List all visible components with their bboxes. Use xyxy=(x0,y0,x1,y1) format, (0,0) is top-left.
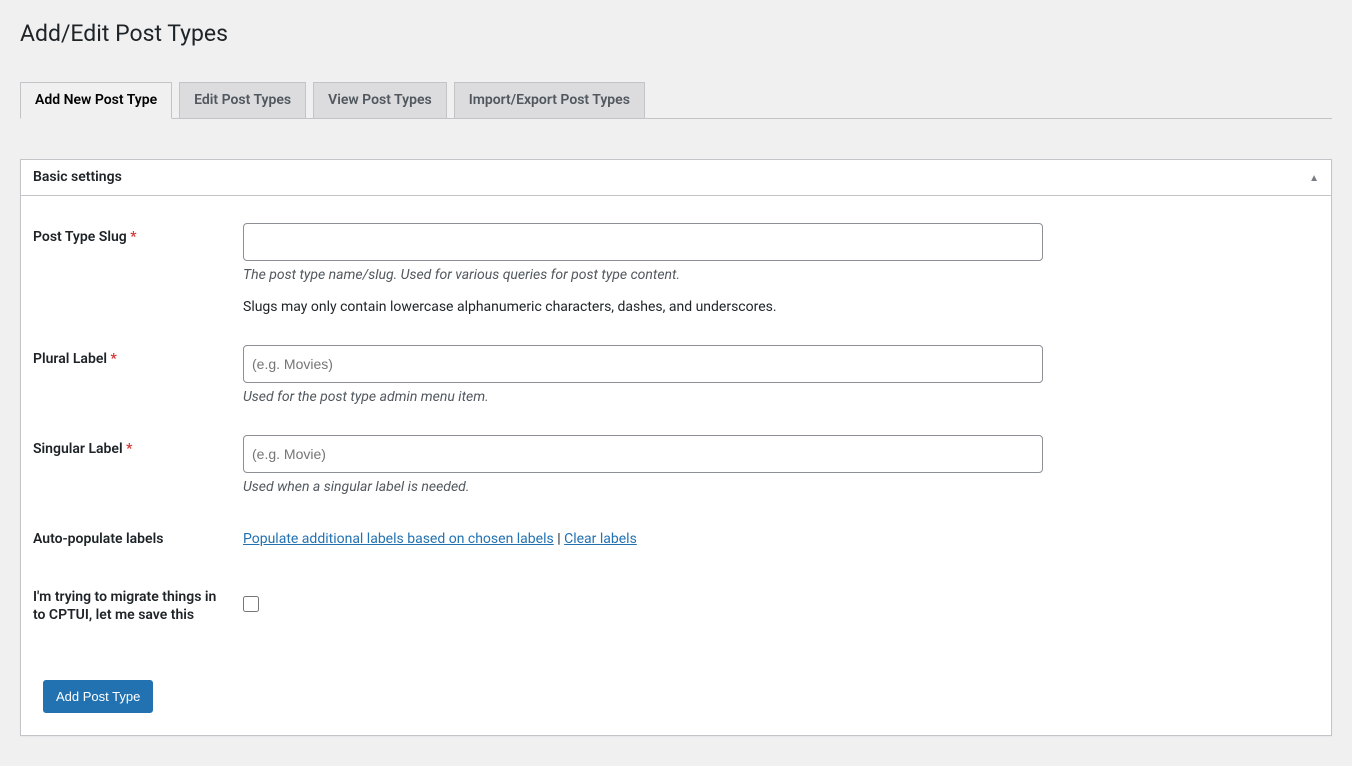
singular-description: Used when a singular label is needed. xyxy=(243,479,1309,495)
tab-view[interactable]: View Post Types xyxy=(313,82,447,118)
tab-import-export[interactable]: Import/Export Post Types xyxy=(454,82,645,118)
tab-edit[interactable]: Edit Post Types xyxy=(179,82,306,118)
basic-settings-panel: Basic settings ▲ Post Type Slug * The po… xyxy=(20,159,1332,737)
panel-title: Basic settings xyxy=(21,160,1309,196)
singular-input[interactable] xyxy=(243,435,1043,473)
page-title: Add/Edit Post Types xyxy=(20,10,1332,53)
populate-labels-link[interactable]: Populate additional labels based on chos… xyxy=(243,531,554,547)
migrate-label: I'm trying to migrate things in to CPTUI… xyxy=(33,589,216,623)
clear-labels-link[interactable]: Clear labels xyxy=(564,531,637,547)
singular-label: Singular Label * xyxy=(33,441,132,457)
migrate-checkbox[interactable] xyxy=(243,596,259,612)
slug-description: The post type name/slug. Used for variou… xyxy=(243,267,1309,283)
required-indicator: * xyxy=(126,441,132,457)
required-indicator: * xyxy=(111,351,117,367)
slug-note: Slugs may only contain lowercase alphanu… xyxy=(243,299,1309,315)
slug-label: Post Type Slug * xyxy=(33,229,137,245)
required-indicator: * xyxy=(130,229,136,245)
slug-input[interactable] xyxy=(243,223,1043,261)
plural-label: Plural Label * xyxy=(33,351,117,367)
panel-header[interactable]: Basic settings ▲ xyxy=(21,160,1331,197)
autopopulate-label: Auto-populate labels xyxy=(33,531,163,547)
link-separator: | xyxy=(554,531,564,547)
add-post-type-button[interactable]: Add Post Type xyxy=(43,680,153,714)
plural-description: Used for the post type admin menu item. xyxy=(243,389,1309,405)
collapse-icon[interactable]: ▲ xyxy=(1309,173,1319,184)
plural-input[interactable] xyxy=(243,345,1043,383)
tab-nav: Add New Post Type Edit Post Types View P… xyxy=(20,73,1332,119)
tab-add-new[interactable]: Add New Post Type xyxy=(20,82,172,119)
